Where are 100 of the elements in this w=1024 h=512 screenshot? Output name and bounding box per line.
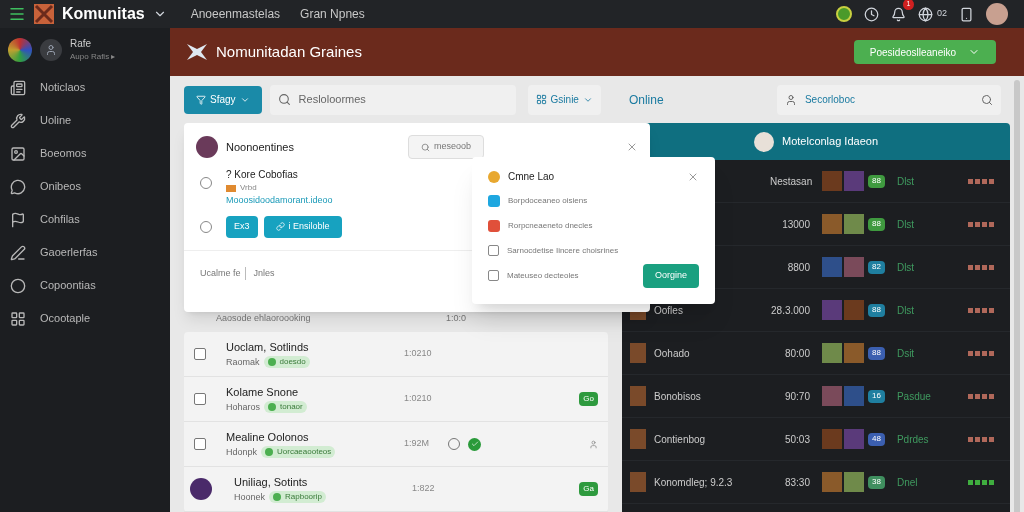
- thumbnail-image: [844, 429, 864, 449]
- phone-icon[interactable]: [959, 6, 974, 22]
- grid-icon: [535, 94, 547, 105]
- row-name: Mealine Oolonos: [226, 430, 310, 445]
- star-logo-icon: [186, 42, 208, 62]
- sidebar-item[interactable]: Copoontias: [0, 269, 170, 302]
- sidebar-item[interactable]: Ocootaple: [0, 302, 170, 335]
- sidebar-item[interactable]: Boeomos: [0, 137, 170, 170]
- sidebar-item[interactable]: Noticlaos: [0, 71, 170, 104]
- panel-row[interactable]: Konomdleg; 9.2.3 83:30 38 Dnel: [622, 461, 1010, 504]
- row-value: 80:00: [783, 346, 810, 361]
- profile-name: Rafe: [70, 37, 93, 51]
- thumbnail-image: [844, 386, 864, 406]
- menu-icon[interactable]: [8, 5, 26, 23]
- row-name: Oohado: [654, 346, 690, 361]
- list-row[interactable]: Uoclam, Sotlinds Raomak doesdo 1:0210: [184, 332, 608, 377]
- user-avatar[interactable]: [40, 38, 62, 61]
- row-name: Oofles: [654, 303, 683, 318]
- row-status: Pasdue: [896, 389, 932, 404]
- page-title: Nomunitadan Graines: [216, 41, 362, 62]
- row-status: Dsit: [896, 346, 916, 361]
- footer-link[interactable]: Ucalme fe: [200, 266, 246, 280]
- thumbnail-image: [630, 472, 646, 492]
- row-value: 8800: [786, 260, 810, 275]
- panel-row[interactable]: Bonobisos 90:70 16 Pasdue: [622, 375, 1010, 418]
- option-label[interactable]: Borpdoceaneo oisiens: [508, 194, 588, 207]
- newspaper-icon: [10, 79, 26, 96]
- status-icon[interactable]: [836, 6, 852, 22]
- row-checkbox[interactable]: [194, 393, 206, 405]
- panel-row[interactable]: Oohado 80:00 88 Dsit: [622, 332, 1010, 375]
- thumbnail-image: [844, 257, 864, 277]
- chat-icon: [10, 178, 26, 195]
- community-avatar: [8, 37, 32, 62]
- row-value: 13000: [781, 217, 810, 232]
- status-tag: tonaor: [264, 401, 307, 414]
- row-badge: Go: [579, 392, 598, 406]
- row-checkbox[interactable]: [194, 438, 206, 450]
- row-badge: 88: [868, 303, 885, 317]
- row-name: Uoclam, Sotlinds: [226, 340, 310, 355]
- people-search-input[interactable]: Secorloboc: [804, 92, 973, 107]
- user-icon: [45, 43, 57, 56]
- list-row[interactable]: Kolame Snone Hoharos tonaor 1:0210 Go: [184, 377, 608, 422]
- view-button[interactable]: Gsinie: [527, 84, 601, 115]
- option-label[interactable]: Rorpcneaeneto dnecles: [508, 219, 593, 232]
- thumbnail-image: [844, 300, 864, 320]
- row-checkbox[interactable]: [194, 348, 206, 360]
- row-time: 1:0:0: [445, 311, 466, 325]
- row-name: Bonobisos: [654, 389, 701, 404]
- popup-title: Cmne Lao: [508, 170, 555, 184]
- row-badge: 16: [868, 389, 885, 403]
- online-label: Online: [628, 91, 665, 109]
- wrench-icon: [10, 112, 26, 129]
- nav-link[interactable]: Anoeenmastelas: [190, 5, 281, 23]
- nav-link[interactable]: Gran Npnes: [300, 5, 365, 23]
- list-row[interactable]: Mealine Oolonos Hdonpk Uorcaeaooteos 1:92M: [184, 422, 608, 467]
- thumbnail-image: [822, 300, 842, 320]
- scrollbar[interactable]: [1014, 80, 1020, 512]
- sidebar-item[interactable]: Uoline: [0, 104, 170, 137]
- row-time: 1:0210: [404, 347, 433, 361]
- footer-link[interactable]: Jnles: [249, 266, 275, 280]
- row-subtitle: Hoonek: [234, 490, 266, 504]
- notification-icon[interactable]: [891, 6, 906, 22]
- thumbnail-image: [822, 257, 842, 277]
- user-icon: [784, 93, 797, 106]
- row-value: 50:03: [783, 432, 810, 447]
- people-search-field[interactable]: Secorloboc: [776, 84, 1001, 115]
- row-badge: 48: [868, 432, 885, 446]
- sidebar-item[interactable]: Onibeos: [0, 170, 170, 203]
- user-avatar[interactable]: [986, 3, 1008, 25]
- row-name: Uniliag, Sotints: [234, 475, 309, 490]
- list-row[interactable]: Uniliag, Sotints Hoonek Rapboorip 1:822 Ga: [184, 467, 608, 512]
- row-badge: 38: [868, 475, 885, 489]
- sidebar-item[interactable]: Gaoerlerfas: [0, 236, 170, 269]
- row-badge: 82: [868, 260, 885, 274]
- option-checkbox[interactable]: [488, 270, 499, 281]
- card-title: Noonoentines: [226, 139, 295, 155]
- search-field[interactable]: Resloloormes: [269, 84, 516, 115]
- close-icon[interactable]: [626, 141, 638, 153]
- sidebar-item[interactable]: Cohfilas: [0, 203, 170, 236]
- row-name: Contienbog: [654, 432, 706, 447]
- globe-icon[interactable]: [918, 6, 933, 22]
- user-icon: [589, 439, 598, 449]
- option-label[interactable]: Mateuseo decteoles: [507, 269, 579, 282]
- option-checkbox[interactable]: [488, 245, 499, 256]
- search-button[interactable]: meseoob: [408, 135, 485, 159]
- row-value: 83:30: [783, 475, 810, 490]
- row-text: Aaosode ehlaoroooking: [216, 311, 312, 325]
- row-status: Dlst: [896, 174, 916, 189]
- grid-icon: [10, 310, 26, 327]
- search-input[interactable]: Resloloormes: [298, 91, 499, 108]
- row-badge: 88: [868, 174, 885, 188]
- filter-button[interactable]: Sfagy: [184, 85, 262, 114]
- thumbnail-image: [822, 171, 842, 191]
- row-value: 90:70: [783, 389, 810, 404]
- row-time: 1:92M: [404, 437, 430, 451]
- item-link[interactable]: Mooosidoodamorant.ideoo: [226, 194, 333, 208]
- row-subtitle: Hdonpk: [226, 445, 258, 459]
- row-name: Kolame Snone: [226, 385, 300, 400]
- option-label[interactable]: Sarnocdetise Iincere choisrines: [507, 244, 619, 257]
- panel-row[interactable]: Contienbog 50:03 48 Pdrdes: [622, 418, 1010, 461]
